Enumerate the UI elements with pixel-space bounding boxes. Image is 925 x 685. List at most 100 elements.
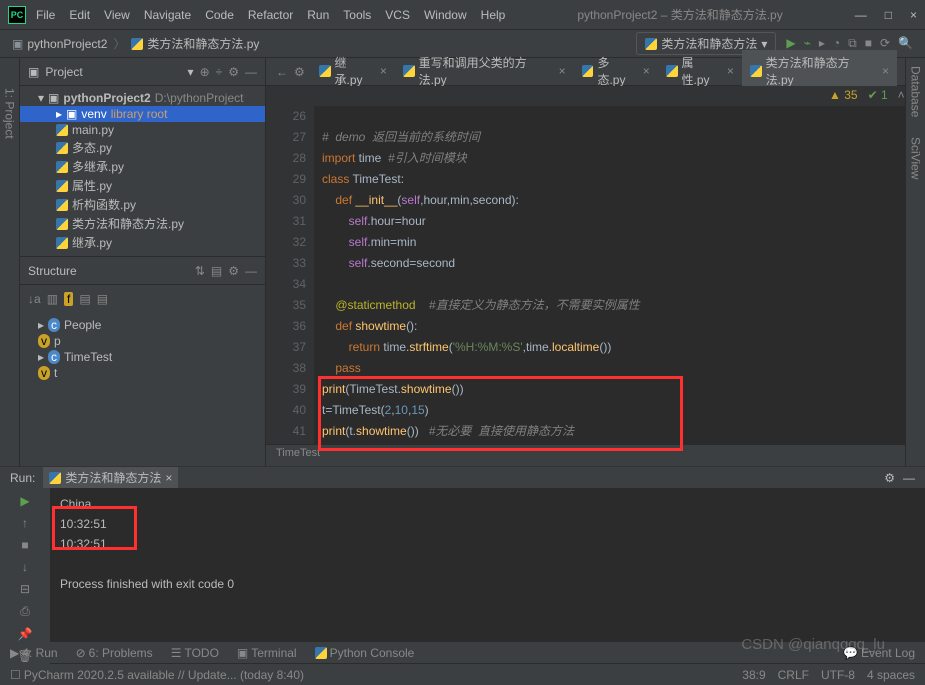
status-message[interactable]: PyCharm 2020.2.5 available // Update... … bbox=[24, 668, 304, 682]
menu-edit[interactable]: Edit bbox=[69, 8, 90, 22]
tab-label: 类方法和静态方法.py bbox=[766, 54, 876, 88]
minimize-button[interactable]: — bbox=[855, 8, 867, 22]
structure-panel-title: Structure bbox=[28, 264, 189, 278]
python-icon bbox=[56, 124, 68, 136]
down-icon[interactable]: ↓ bbox=[22, 560, 28, 574]
expand-icon[interactable]: ▤ bbox=[211, 264, 222, 278]
folder-icon: ▣ bbox=[48, 91, 59, 105]
status-position[interactable]: 38:9 bbox=[742, 668, 765, 682]
watermark: CSDN @qianqqqq_lu bbox=[741, 636, 885, 653]
close-icon[interactable]: × bbox=[165, 471, 172, 485]
python-icon bbox=[645, 38, 657, 50]
hide-icon[interactable]: — bbox=[903, 471, 915, 485]
f-icon[interactable]: f bbox=[64, 292, 73, 306]
structure-item[interactable]: v p bbox=[20, 333, 265, 349]
python-icon bbox=[56, 199, 68, 211]
menu-run[interactable]: Run bbox=[307, 8, 329, 22]
chevron-right-icon: 〉 bbox=[113, 35, 125, 52]
status-encoding[interactable]: UTF-8 bbox=[821, 668, 855, 682]
print-icon[interactable]: ⎙ bbox=[20, 604, 30, 619]
file-name: 继承.py bbox=[72, 234, 112, 251]
ok-count[interactable]: ✔ 1 bbox=[868, 88, 888, 104]
stop-button[interactable]: ■ bbox=[21, 538, 28, 552]
window-title: pythonProject2 – 类方法和静态方法.py bbox=[505, 6, 854, 23]
menu-code[interactable]: Code bbox=[205, 8, 234, 22]
code-body[interactable]: # demo 返回当前的系统时间import time #引入时间模块class… bbox=[314, 106, 925, 444]
menu-navigate[interactable]: Navigate bbox=[144, 8, 191, 22]
warnings-count[interactable]: ▲ 35 bbox=[829, 88, 858, 104]
chevron-down-icon: ▾ bbox=[761, 37, 767, 51]
breadcrumb-file[interactable]: 类方法和静态方法.py bbox=[147, 35, 259, 52]
menu-help[interactable]: Help bbox=[481, 8, 506, 22]
menu-tools[interactable]: Tools bbox=[343, 8, 371, 22]
search-button[interactable]: 🔍 bbox=[898, 36, 913, 51]
hide-icon[interactable]: — bbox=[245, 264, 257, 278]
menu-file[interactable]: File bbox=[36, 8, 55, 22]
close-icon[interactable]: × bbox=[882, 64, 889, 78]
class-icon: c bbox=[48, 318, 60, 332]
tree-root[interactable]: ▾ ▣ pythonProject2 D:\pythonProject bbox=[20, 90, 265, 106]
python-icon bbox=[666, 65, 678, 77]
line-gutter: 26272829303132333435363738394041 bbox=[266, 106, 314, 444]
title-bar: PC File Edit View Navigate Code Refactor… bbox=[0, 0, 925, 30]
app-logo: PC bbox=[8, 6, 26, 24]
gear-icon[interactable]: ⚙ bbox=[228, 264, 239, 278]
tree-file[interactable]: 类方法和静态方法.py bbox=[20, 214, 265, 233]
back-icon[interactable]: ← bbox=[276, 65, 288, 79]
tab-sciview[interactable]: SciView bbox=[909, 137, 923, 179]
code-breadcrumb[interactable]: TimeTest bbox=[266, 444, 925, 466]
close-icon[interactable]: × bbox=[559, 64, 566, 78]
status-notify-icon[interactable]: ☐ bbox=[10, 668, 21, 682]
menu-view[interactable]: View bbox=[104, 8, 130, 22]
layout-icon[interactable]: ⊟ bbox=[20, 582, 30, 596]
gear-icon[interactable]: ⚙ bbox=[884, 471, 895, 485]
project-name: pythonProject2 bbox=[63, 91, 150, 105]
tree-file[interactable]: 多继承.py bbox=[20, 157, 265, 176]
tree-file[interactable]: 多态.py bbox=[20, 138, 265, 157]
gear-icon[interactable]: ⚙ bbox=[294, 65, 305, 79]
status-indent[interactable]: 4 spaces bbox=[867, 668, 915, 682]
hide-icon[interactable]: — bbox=[245, 65, 257, 79]
code-editor[interactable]: 26272829303132333435363738394041 # demo … bbox=[266, 106, 925, 444]
status-eol[interactable]: CRLF bbox=[778, 668, 809, 682]
project-panel-header: ▣ Project ▾ ⊕ ÷ ⚙ — bbox=[20, 58, 265, 86]
tree-file[interactable]: 析构函数.py bbox=[20, 195, 265, 214]
close-icon[interactable]: × bbox=[643, 64, 650, 78]
maximize-button[interactable]: □ bbox=[885, 8, 892, 22]
pin-icon[interactable]: 📌 bbox=[18, 627, 33, 641]
menu-window[interactable]: Window bbox=[424, 8, 467, 22]
python-icon bbox=[131, 38, 143, 50]
collapse-icon[interactable]: ÷ bbox=[216, 65, 223, 79]
structure-item[interactable]: v t bbox=[20, 365, 265, 381]
breadcrumb-project[interactable]: pythonProject2 bbox=[27, 37, 107, 51]
show-icon[interactable]: ▤ bbox=[79, 292, 90, 306]
structure-item[interactable]: ▸ c People bbox=[20, 317, 265, 333]
tree-file[interactable]: main.py bbox=[20, 122, 265, 138]
tab-database[interactable]: Database bbox=[909, 66, 923, 117]
structure-item[interactable]: ▸ c TimeTest bbox=[20, 349, 265, 365]
show2-icon[interactable]: ▤ bbox=[97, 292, 108, 306]
var-icon: v bbox=[38, 334, 50, 348]
tab-project-side[interactable]: 1: Project bbox=[3, 88, 17, 139]
close-icon[interactable]: × bbox=[380, 64, 387, 78]
tab-label: 多态.py bbox=[597, 54, 636, 88]
gear-icon[interactable]: ⚙ bbox=[228, 65, 239, 79]
tree-venv[interactable]: ▸ ▣ venv library root bbox=[20, 106, 265, 122]
close-button[interactable]: × bbox=[910, 8, 917, 22]
up-icon[interactable]: ↑ bbox=[22, 516, 28, 530]
tree-file[interactable]: 继承.py bbox=[20, 233, 265, 252]
sort-icon[interactable]: ⇅ bbox=[195, 264, 205, 278]
sort-alpha-icon[interactable]: ↓a bbox=[28, 292, 41, 306]
menu-vcs[interactable]: VCS bbox=[385, 8, 410, 22]
filter-icon[interactable]: ▥ bbox=[47, 292, 58, 306]
tree-file[interactable]: 属性.py bbox=[20, 176, 265, 195]
target-icon[interactable]: ⊕ bbox=[200, 65, 210, 79]
run-tab[interactable]: 类方法和静态方法 × bbox=[43, 467, 178, 488]
close-icon[interactable]: × bbox=[727, 64, 734, 78]
menu-refactor[interactable]: Refactor bbox=[248, 8, 293, 22]
python-icon bbox=[49, 472, 61, 484]
python-icon bbox=[56, 237, 68, 249]
run-tool-window: Run: 类方法和静态方法 × ⚙ — ▶ ↑ ■ ↓ ⊟ ⎙ 📌 🗑 Chin… bbox=[0, 466, 925, 641]
chevron-down-icon[interactable]: ▾ bbox=[188, 65, 194, 79]
rerun-button[interactable]: ▶ bbox=[20, 494, 29, 508]
